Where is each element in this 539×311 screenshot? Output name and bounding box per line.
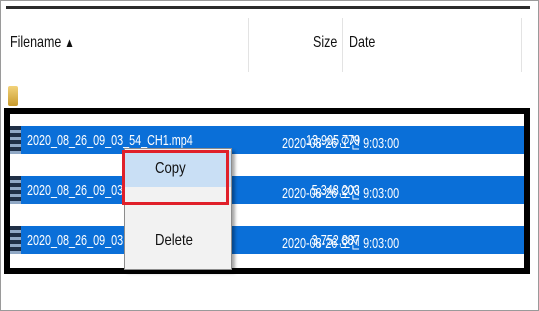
selection-annotation-box [4, 108, 530, 274]
folder-row[interactable] [8, 86, 22, 108]
column-size[interactable]: Size [313, 34, 337, 52]
column-divider[interactable] [342, 18, 343, 72]
column-filename[interactable]: Filename ▲ [10, 34, 74, 52]
copy-highlight-box [122, 150, 229, 205]
column-date[interactable]: Date [349, 34, 375, 52]
column-divider[interactable] [521, 18, 522, 72]
folder-icon [8, 86, 18, 106]
sort-ascending-icon: ▲ [64, 35, 75, 50]
column-header: Filename ▲ Size Date [6, 12, 530, 78]
column-divider[interactable] [248, 18, 249, 72]
menu-item-delete[interactable]: Delete [125, 223, 231, 259]
window-top-border [6, 6, 530, 9]
